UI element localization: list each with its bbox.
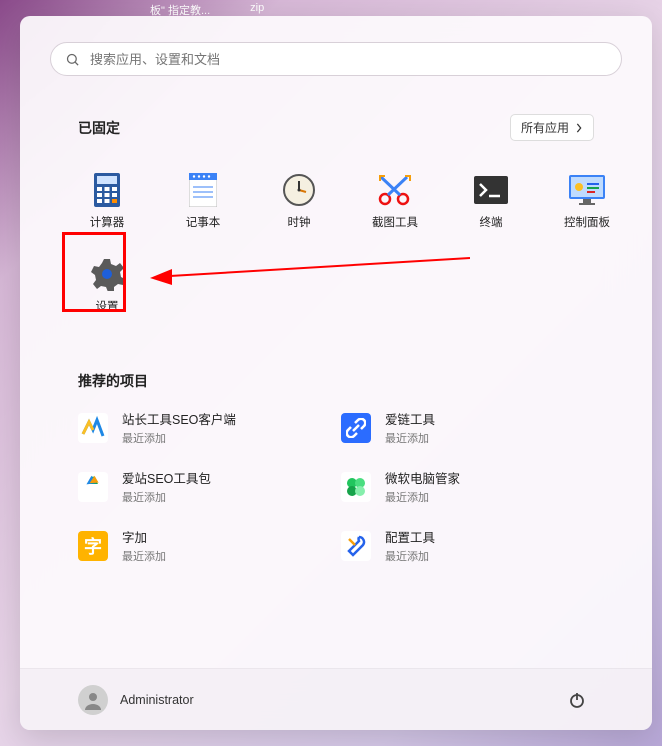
pinned-terminal[interactable]: 终端 [446, 159, 536, 243]
recommended-item-title: 站长工具SEO客户端 [122, 409, 236, 428]
pinned-clock[interactable]: 时钟 [254, 159, 344, 243]
power-icon [568, 691, 586, 709]
recommended-item-subtitle: 最近添加 [385, 548, 435, 564]
search-bar[interactable] [50, 42, 622, 76]
gear-icon [89, 256, 125, 292]
recommended-item-title: 配置工具 [385, 527, 435, 546]
username-label: Administrator [120, 693, 194, 707]
pinned-settings[interactable]: 设置 [62, 243, 152, 327]
user-account-button[interactable]: Administrator [78, 685, 194, 715]
link-icon [341, 413, 371, 443]
chevron-right-icon [575, 123, 583, 133]
recommended-item-subtitle: 最近添加 [385, 489, 460, 505]
start-menu: 已固定 所有应用 计算器 记事本 [20, 16, 652, 730]
all-apps-label: 所有应用 [521, 119, 569, 136]
character-icon: 字 [78, 531, 108, 561]
recommended-section: 推荐的项目 站长工具SEO客户端 最近添加 爱链工具 最近添加 [78, 371, 594, 564]
calculator-icon [89, 172, 125, 208]
recommended-item-title: 爱链工具 [385, 409, 435, 428]
terminal-icon [473, 172, 509, 208]
avatar-icon [78, 685, 108, 715]
recommended-item-subtitle: 最近添加 [122, 548, 166, 564]
notepad-icon [185, 172, 221, 208]
recommended-item-subtitle: 最近添加 [122, 489, 211, 505]
pinned-title: 已固定 [78, 118, 120, 138]
pinned-label: 设置 [96, 298, 119, 314]
recommended-item-title: 字加 [122, 527, 166, 546]
pinned-grid: 计算器 记事本 时钟 截图工具 [62, 159, 594, 327]
recommended-item-title: 爱站SEO工具包 [122, 468, 211, 487]
recommended-item[interactable]: 站长工具SEO客户端 最近添加 [78, 409, 331, 446]
wrench-icon [341, 531, 371, 561]
recommended-item[interactable]: 爱链工具 最近添加 [341, 409, 594, 446]
recommended-item[interactable]: 配置工具 最近添加 [341, 527, 594, 564]
pinned-label: 终端 [480, 214, 503, 230]
pinned-label: 时钟 [288, 214, 311, 230]
recommended-item-title: 微软电脑管家 [385, 468, 460, 487]
pinned-label: 控制面板 [564, 214, 610, 230]
pinned-section: 已固定 所有应用 计算器 记事本 [78, 114, 594, 327]
search-icon [65, 52, 80, 67]
recommended-item-subtitle: 最近添加 [385, 430, 435, 446]
recommended-list: 站长工具SEO客户端 最近添加 爱链工具 最近添加 爱站SEO工具包 [78, 409, 594, 564]
recommended-item-subtitle: 最近添加 [122, 430, 236, 446]
pinned-label: 截图工具 [372, 214, 418, 230]
recommended-item[interactable]: 爱站SEO工具包 最近添加 [78, 468, 331, 505]
recommended-item[interactable]: 字 字加 最近添加 [78, 527, 331, 564]
power-button[interactable] [560, 683, 594, 717]
start-menu-footer: Administrator [20, 668, 652, 730]
all-apps-button[interactable]: 所有应用 [510, 114, 594, 141]
scissors-icon [377, 172, 413, 208]
pinned-snip[interactable]: 截图工具 [350, 159, 440, 243]
clover-icon [341, 472, 371, 502]
control-panel-icon [569, 172, 605, 208]
recycle-icon [78, 472, 108, 502]
pinned-calculator[interactable]: 计算器 [62, 159, 152, 243]
recommended-title: 推荐的项目 [78, 371, 148, 391]
app-icon [78, 413, 108, 443]
recommended-item[interactable]: 微软电脑管家 最近添加 [341, 468, 594, 505]
pinned-control-panel[interactable]: 控制面板 [542, 159, 632, 243]
search-input[interactable] [90, 52, 607, 67]
pinned-label: 记事本 [186, 214, 221, 230]
clock-icon [281, 172, 317, 208]
pinned-notepad[interactable]: 记事本 [158, 159, 248, 243]
pinned-label: 计算器 [90, 214, 125, 230]
